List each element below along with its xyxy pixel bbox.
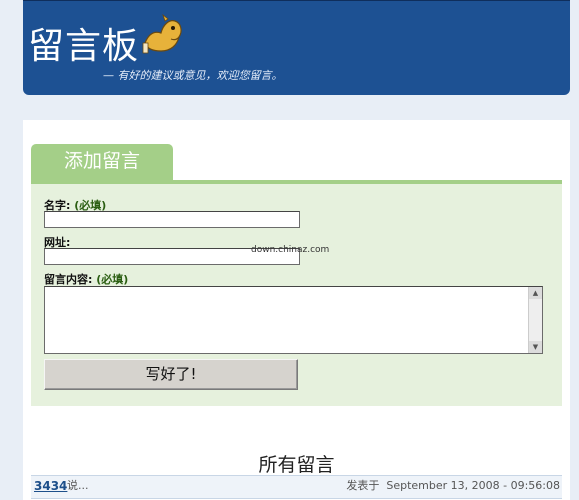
site-title: 留言板 [28, 26, 140, 67]
messages-section-title: 所有留言 [258, 454, 335, 476]
site-header: 留言板 — 有好的建议或意见，欢迎您留言。 [23, 0, 570, 95]
entry-posted-prefix: 发表于 [346, 479, 380, 492]
submit-button[interactable]: 写好了! [44, 359, 298, 390]
main-content: 添加留言 名字: (必填) 网址: 留言内容: (必填) ▲ ▼ 写好了! do… [23, 120, 570, 500]
scroll-down-icon[interactable]: ▼ [529, 341, 542, 353]
content-required-note: (必填) [96, 273, 129, 286]
entry-says: 说... [67, 479, 89, 492]
scroll-up-icon[interactable]: ▲ [529, 287, 542, 299]
tab-add-message[interactable]: 添加留言 [31, 144, 173, 181]
message-form: 名字: (必填) 网址: 留言内容: (必填) ▲ ▼ 写好了! [31, 184, 562, 406]
site-slogan: — 有好的建议或意见，欢迎您留言。 [103, 69, 283, 82]
message-entry: 3434 说... 发表于 September 13, 2008 - 09:56… [31, 475, 562, 499]
textarea-scrollbar[interactable]: ▲ ▼ [528, 287, 542, 353]
entry-timestamp: September 13, 2008 - 09:56:08 [386, 479, 560, 492]
entry-meta: 发表于 September 13, 2008 - 09:56:08 [346, 476, 560, 496]
content-textarea[interactable]: ▲ ▼ [44, 286, 543, 354]
content-label: 留言内容: (必填) [44, 273, 129, 286]
name-field[interactable] [44, 211, 300, 228]
entry-author-link[interactable]: 3434 [34, 476, 67, 496]
camel-mascot-icon [142, 13, 182, 54]
watermark-text: down.chinaz.com [251, 245, 330, 255]
